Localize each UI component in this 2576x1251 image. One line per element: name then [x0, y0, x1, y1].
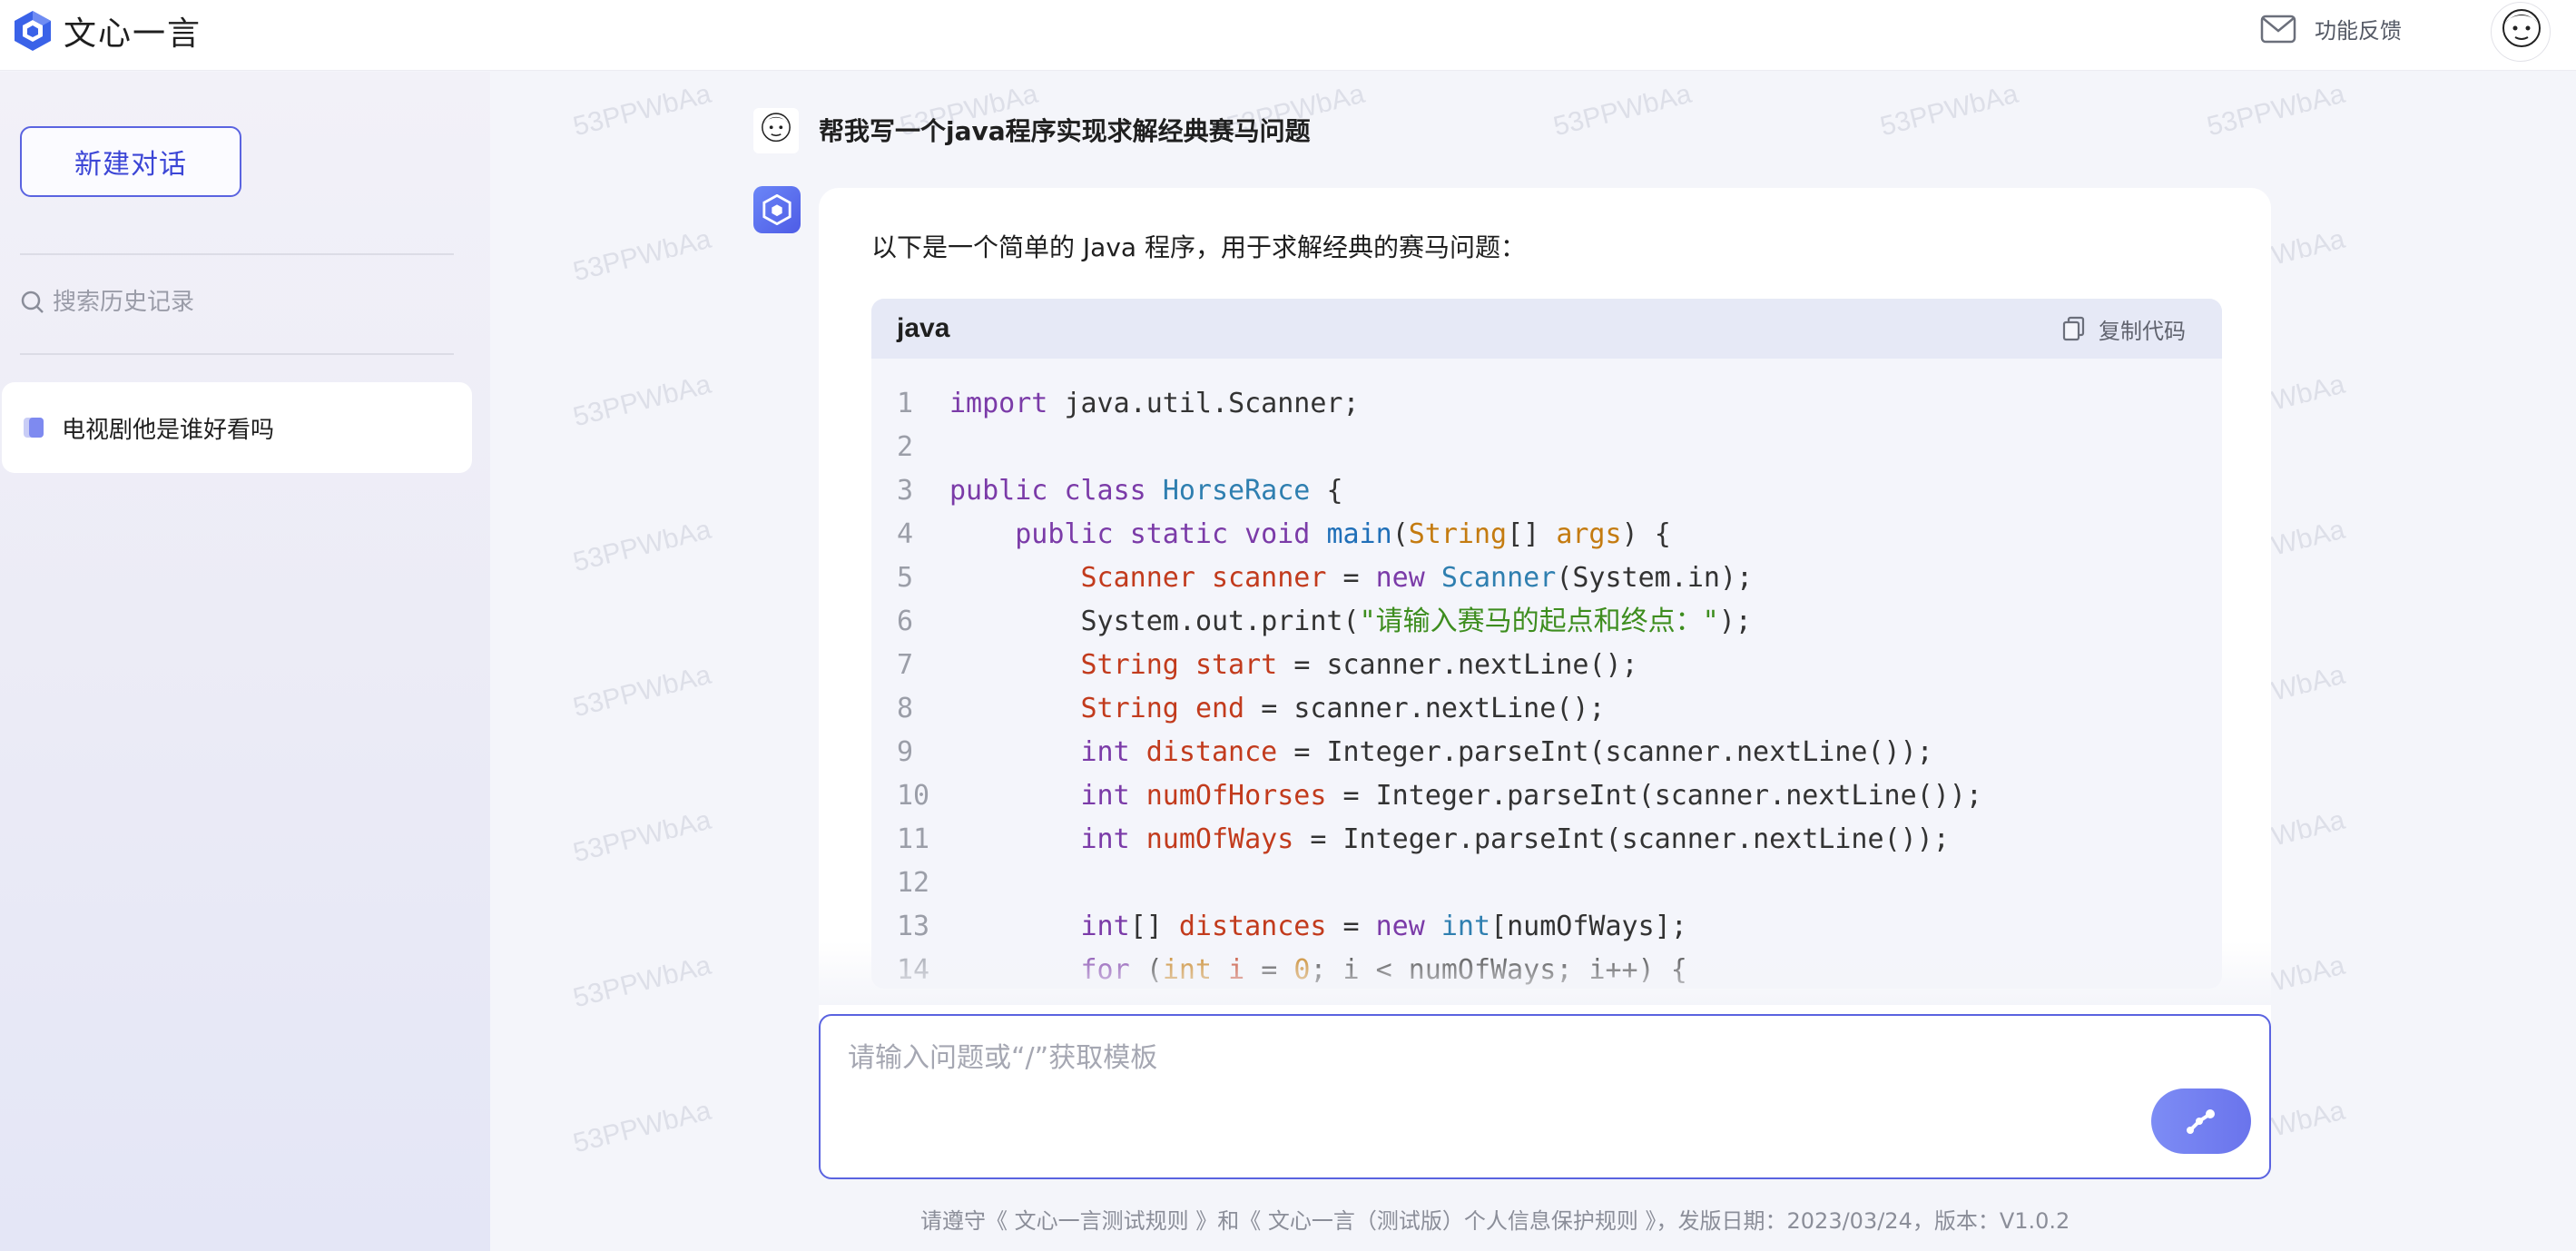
code-text: int distance = Integer.parseInt(scanner.…: [1080, 736, 1933, 768]
sidebar-divider: [20, 253, 454, 255]
code-text: System.out.print("请输入赛马的起点和终点：");: [1080, 606, 1752, 637]
code-line: 2: [871, 426, 2222, 469]
feedback-label: 功能反馈: [2315, 18, 2402, 44]
code-line: 9 int distance = Integer.parseInt(scanne…: [871, 731, 2222, 774]
copy-code-button[interactable]: 复制代码: [2062, 313, 2186, 345]
send-button[interactable]: [2151, 1088, 2251, 1154]
code-line: 5 Scanner scanner = new Scanner(System.i…: [871, 557, 2222, 600]
logo-cube-icon: [15, 11, 51, 51]
app-logo[interactable]: 文心一言: [13, 7, 202, 54]
sidebar: 新建对话 电视剧他是谁好看吗: [0, 72, 490, 1251]
line-number: 2: [897, 431, 914, 463]
line-number: 11: [897, 823, 930, 855]
main-chat-area: 帮我写一个java程序实现求解经典赛马问题 以下是一个简单的 Java 程序，用…: [490, 72, 2576, 1251]
copy-code-label: 复制代码: [2099, 318, 2186, 344]
chat-history-icon: [24, 418, 44, 438]
line-number: 5: [897, 562, 914, 594]
code-line: 8 String end = scanner.nextLine();: [871, 687, 2222, 731]
history-item-label: 电视剧他是谁好看吗: [62, 416, 275, 444]
line-number: 4: [897, 518, 914, 550]
code-line: 4 public static void main(String[] args)…: [871, 513, 2222, 557]
feedback-button[interactable]: 功能反馈: [2260, 13, 2402, 44]
code-line: 11 int numOfWays = Integer.parseInt(scan…: [871, 818, 2222, 862]
user-question: 帮我写一个java程序实现求解经典赛马问题: [819, 116, 1311, 146]
meme-face-icon: [2501, 9, 2542, 59]
search-icon: [21, 291, 44, 313]
top-header: 文心一言 功能反馈: [0, 0, 2576, 71]
bot-avatar: [753, 186, 801, 233]
answer-intro: 以下是一个简单的 Java 程序，用于求解经典的赛马问题：: [871, 232, 1526, 262]
code-text: public static void main(String[] args) {: [1015, 518, 1671, 550]
line-number: 12: [897, 867, 930, 899]
line-number: 8: [897, 693, 914, 724]
code-block: java 复制代码 1 import java.util.Scanner; 2 3 pu…: [871, 299, 2222, 989]
scroll-fade: [819, 941, 2271, 1005]
line-number: 1: [897, 388, 914, 419]
code-line: 6 System.out.print("请输入赛马的起点和终点：");: [871, 600, 2222, 644]
code-text: Scanner scanner = new Scanner(System.in)…: [1080, 562, 1754, 594]
mail-icon: [2260, 15, 2296, 43]
code-header: java 复制代码: [871, 299, 2222, 359]
code-text: import java.util.Scanner;: [949, 388, 1360, 419]
footer-notice: 请遵守《 文心一言测试规则 》和《 文心一言（测试版）个人信息保护规则 》，发版…: [920, 1208, 2070, 1234]
code-line: 3 public class HorseRace {: [871, 469, 2222, 513]
bot-cube-icon: [762, 194, 791, 225]
history-search[interactable]: [20, 284, 447, 320]
question-user-avatar: [753, 108, 799, 153]
new-chat-button[interactable]: 新建对话: [20, 126, 241, 197]
composer[interactable]: [819, 1014, 2271, 1179]
code-body[interactable]: 1 import java.util.Scanner; 2 3 public class…: [871, 359, 2222, 989]
sidebar-divider: [20, 353, 454, 355]
prompt-input[interactable]: [848, 1039, 2119, 1076]
history-search-input[interactable]: [53, 289, 434, 316]
meme-face-icon: [762, 113, 791, 143]
code-language: java: [897, 313, 950, 343]
send-icon: [2187, 1109, 2215, 1134]
code-text: String end = scanner.nextLine();: [1080, 693, 1606, 724]
user-avatar[interactable]: [2491, 2, 2551, 62]
copy-icon: [2062, 316, 2085, 341]
history-item[interactable]: 电视剧他是谁好看吗: [2, 382, 472, 473]
code-text: int numOfWays = Integer.parseInt(scanner…: [1080, 823, 1950, 855]
line-number: 3: [897, 475, 914, 507]
code-text: public class HorseRace {: [949, 475, 1343, 507]
code-text: String start = scanner.nextLine();: [1080, 649, 1638, 681]
line-number: 10: [897, 780, 930, 812]
code-line: 1 import java.util.Scanner;: [871, 382, 2222, 426]
code-line: 7 String start = scanner.nextLine();: [871, 644, 2222, 687]
line-number: 9: [897, 736, 914, 768]
code-line: 10 int numOfHorses = Integer.parseInt(sc…: [871, 774, 2222, 818]
line-number: 7: [897, 649, 914, 681]
line-number: 6: [897, 606, 914, 637]
app-name: 文心一言: [64, 15, 202, 53]
code-text: int numOfHorses = Integer.parseInt(scann…: [1080, 780, 1982, 812]
code-line: 12: [871, 862, 2222, 905]
